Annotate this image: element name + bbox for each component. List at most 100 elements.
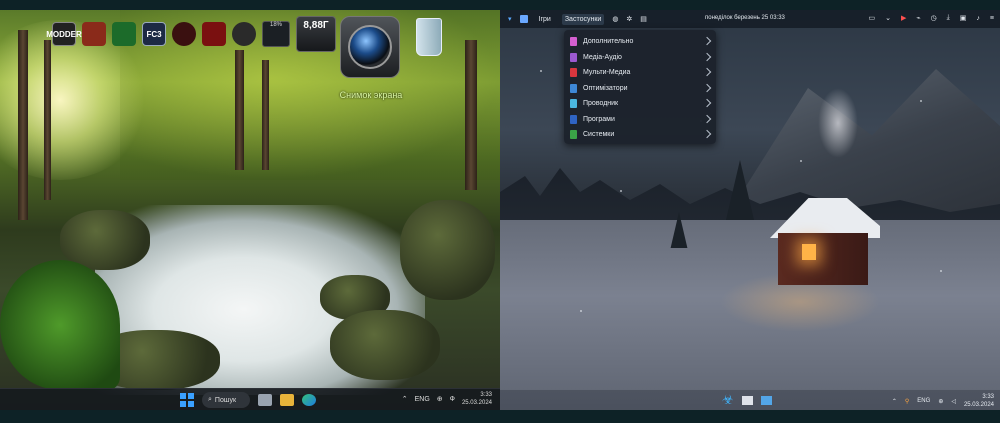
cabin-wall (778, 233, 868, 285)
chevron-right-icon (702, 114, 712, 123)
image-viewer-icon[interactable] (760, 395, 772, 405)
folder-icon (570, 52, 577, 62)
menu-item-label: Оптимізатори (583, 84, 628, 92)
menu-item-system[interactable]: Системки (564, 127, 716, 143)
clock-date: 25.03.2024 (963, 402, 994, 408)
desktop-widget-bar: MODDER FC3 18% 8,88Г (46, 14, 336, 54)
panel-tray: ▭ ⌄ ▶ ⌁ ◷ ⤓ ▣ ♪ ≡ (868, 14, 994, 22)
system-tray: ⌃ ENG ⊕ Ф 3:33 25.03.2024 (402, 391, 492, 407)
menu-item-label: Програми (583, 115, 615, 123)
snowflake (940, 270, 942, 272)
clock-widget-value: 8,88Г (303, 20, 329, 31)
globe-icon[interactable]: ⊕ (437, 395, 443, 403)
menu-item-additional[interactable]: Дополнительно (564, 34, 716, 50)
snowflake (580, 310, 582, 312)
tree-trunk (262, 60, 269, 170)
menu-item-explorer[interactable]: Проводник (564, 96, 716, 112)
gauge-value: 18% (269, 22, 282, 28)
fc3-app-icon[interactable]: FC3 (142, 22, 166, 46)
start-button[interactable] (180, 393, 194, 407)
taskbar-search[interactable]: ⌕ Пошук (202, 392, 250, 408)
search-icon[interactable]: ⚲ (905, 398, 909, 405)
youtube-icon[interactable]: ▶ (901, 14, 906, 22)
cabin-roof (770, 198, 880, 238)
download-icon[interactable]: ⤓ (947, 14, 950, 22)
search-icon: ⌕ (208, 396, 212, 403)
folder-icon (570, 99, 577, 109)
language-indicator[interactable]: ENG (415, 396, 430, 403)
chevron-up-icon[interactable]: ⌃ (402, 395, 408, 403)
tree-trunk (44, 40, 51, 200)
menu-item-label: Медіа-Аудіо (583, 53, 622, 61)
volume-icon[interactable]: ◁ (951, 398, 956, 405)
game-app-icon[interactable] (172, 22, 196, 46)
app-shortcut-icon[interactable] (112, 22, 136, 46)
browser-icon[interactable]: ◍ (612, 15, 618, 23)
chevron-down-icon[interactable]: ⌄ (885, 14, 891, 22)
menu-item-label: Системки (583, 131, 615, 139)
workspace-icon[interactable] (519, 15, 528, 23)
recycle-bin-icon[interactable] (416, 18, 442, 56)
menu-applications[interactable]: Застосунки (561, 13, 605, 25)
biohazard-app-icon[interactable]: ☣ (722, 392, 734, 408)
chevron-up-icon[interactable]: ⌃ (892, 398, 897, 405)
taskbar-apps: ⌕ Пошук (180, 392, 316, 408)
menu-item-programs[interactable]: Програми (564, 112, 716, 128)
pine-tree (726, 160, 754, 220)
app-icon-label: MODDER (46, 29, 82, 39)
snowy-cabin (770, 198, 880, 288)
cpu-gauge-widget[interactable]: 18% (262, 21, 290, 47)
speaker-icon[interactable] (232, 22, 256, 46)
settings-icon[interactable]: ✲ (626, 15, 632, 23)
cabin-window (802, 244, 816, 260)
network-icon[interactable]: ⊕ (938, 398, 943, 405)
menu-icon[interactable]: ≡ (990, 15, 994, 22)
folder-icon (570, 37, 577, 47)
dock-clock[interactable]: 3:33 25.03.2024 (964, 393, 994, 409)
ime-indicator[interactable]: Ф (450, 396, 455, 403)
folder-icon (570, 68, 577, 78)
chevron-right-icon (702, 129, 712, 139)
menu-item-media-audio[interactable]: Медіа-Аудіо (564, 50, 716, 66)
monitor-icon[interactable]: ▣ (960, 14, 967, 22)
screenshot-tool-icon[interactable] (340, 16, 400, 78)
clock-date: 25.03.2024 (461, 400, 492, 406)
snowflake (620, 190, 622, 192)
files-icon[interactable]: ▤ (640, 15, 647, 23)
launcher-icon[interactable]: ▾ (508, 15, 512, 23)
menu-games[interactable]: Ігри (536, 14, 554, 25)
pine-tree (670, 212, 688, 248)
network-icon[interactable]: ⌁ (916, 14, 920, 22)
volume-icon[interactable]: ♪ (976, 15, 980, 22)
game-app-icon[interactable] (202, 22, 226, 46)
clock-icon[interactable]: ◷ (931, 14, 937, 22)
menu-item-multimedia[interactable]: Мульти-Медиа (564, 65, 716, 81)
file-explorer-icon[interactable] (280, 394, 294, 406)
chimney-smoke (818, 88, 858, 158)
chevron-right-icon (702, 67, 712, 77)
taskbar-clock[interactable]: 3:33 25.03.2024 (462, 391, 492, 407)
language-indicator[interactable]: ENG (917, 398, 930, 404)
window-app-icon[interactable] (741, 395, 753, 405)
edge-browser-icon[interactable] (302, 394, 316, 406)
snowflake (800, 160, 802, 162)
screenshot-tool-label: Снимок экрана (339, 90, 403, 100)
tree-trunk (18, 30, 28, 220)
task-view-icon[interactable] (258, 394, 272, 406)
chevron-right-icon (702, 52, 712, 61)
app-icon-label: FC3 (146, 29, 162, 39)
clock-time: 3:33 (480, 392, 492, 398)
applications-dropdown: Дополнительно Медіа-Аудіо Мульти-Медиа О… (564, 30, 716, 144)
search-label: Пошук (214, 396, 237, 404)
dock-apps: ☣ (722, 392, 772, 408)
menu-item-optimizers[interactable]: Оптимізатори (564, 81, 716, 97)
display-icon[interactable]: ▭ (868, 14, 875, 22)
modder-app-icon[interactable]: MODDER (46, 22, 82, 46)
mossy-rock (400, 200, 495, 300)
clock-widget[interactable]: 8,88Г (296, 16, 336, 52)
panel-datetime[interactable]: понеділок березень 25 03:33 (705, 15, 785, 21)
game-app-icon[interactable] (82, 22, 106, 46)
folder-icon (570, 114, 577, 124)
tree-trunk (235, 50, 244, 170)
fern-plants (0, 260, 120, 390)
